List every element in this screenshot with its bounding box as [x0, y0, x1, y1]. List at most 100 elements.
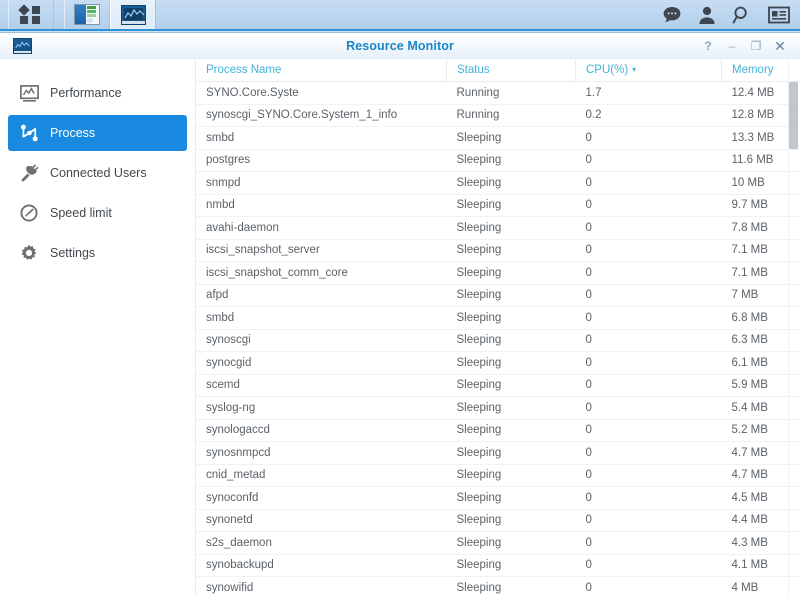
- table-row[interactable]: SYNO.Core.Syste Running 1.7 12.4 MB: [196, 81, 800, 105]
- window-titlebar[interactable]: Resource Monitor ? – ❐ ✕: [0, 33, 800, 60]
- process-name-cell: SYNO.Core.Syste: [196, 81, 447, 105]
- magnifier-icon[interactable]: [732, 5, 752, 25]
- grid-icon: [18, 3, 42, 25]
- table-row[interactable]: snmpd Sleeping 0 10 MB: [196, 171, 800, 195]
- person-icon[interactable]: [698, 5, 716, 25]
- window-body: Performance Process Connected Users Spee…: [0, 59, 800, 596]
- table-row[interactable]: synologaccd Sleeping 0 5.2 MB: [196, 419, 800, 442]
- cpu-cell: 0: [575, 194, 722, 217]
- status-cell: Sleeping: [446, 509, 576, 532]
- taskbar-package-center-button[interactable]: [64, 0, 110, 29]
- table-row[interactable]: cnid_metad Sleeping 0 4.7 MB: [196, 464, 800, 487]
- restore-button[interactable]: ❐: [744, 35, 768, 57]
- column-header-status[interactable]: Status: [446, 59, 576, 82]
- process-table-body: SYNO.Core.Syste Running 1.7 12.4 MB synoscgi…: [196, 81, 800, 596]
- status-cell: Sleeping: [446, 576, 576, 596]
- cpu-cell: 0: [575, 261, 722, 285]
- column-header-label: Memory: [732, 64, 774, 76]
- cpu-cell: 0: [575, 351, 722, 375]
- table-row[interactable]: synoconfd Sleeping 0 4.5 MB: [196, 486, 800, 510]
- widget-card-icon[interactable]: [768, 6, 790, 24]
- status-cell: Sleeping: [446, 531, 576, 555]
- cpu-cell: 0: [575, 486, 722, 510]
- status-cell: Sleeping: [446, 239, 576, 262]
- status-cell: Sleeping: [446, 126, 576, 150]
- sidebar-item-speed-limit[interactable]: Speed limit: [8, 195, 187, 231]
- gear-icon: [16, 244, 42, 262]
- table-row[interactable]: synonetd Sleeping 0 4.4 MB: [196, 509, 800, 532]
- table-header-row: Process Name Status CPU(%) ▾ Memory: [196, 59, 800, 82]
- table-row[interactable]: postgres Sleeping 0 11.6 MB: [196, 149, 800, 172]
- resource-monitor-window: Resource Monitor ? – ❐ ✕ Performance Pro…: [0, 33, 800, 596]
- status-cell: Sleeping: [446, 464, 576, 487]
- table-row[interactable]: s2s_daemon Sleeping 0 4.3 MB: [196, 531, 800, 555]
- table-row[interactable]: synoscgi Sleeping 0 6.3 MB: [196, 329, 800, 352]
- table-row[interactable]: synocgid Sleeping 0 6.1 MB: [196, 351, 800, 375]
- table-row[interactable]: syslog-ng Sleeping 0 5.4 MB: [196, 396, 800, 420]
- process-name-cell: smbd: [196, 306, 447, 330]
- table-row[interactable]: smbd Sleeping 0 13.3 MB: [196, 126, 800, 150]
- process-name-cell: scemd: [196, 374, 447, 397]
- cpu-cell: 0.2: [575, 104, 722, 127]
- process-table-scroll-area: Process Name Status CPU(%) ▾ Memory SYNO…: [196, 59, 800, 596]
- cpu-cell: 0: [575, 396, 722, 420]
- status-cell: Sleeping: [446, 306, 576, 330]
- table-row[interactable]: scemd Sleeping 0 5.9 MB: [196, 374, 800, 397]
- cpu-cell: 1.7: [575, 81, 722, 105]
- close-button[interactable]: ✕: [768, 35, 792, 57]
- status-cell: Sleeping: [446, 351, 576, 375]
- window-controls: ? – ❐ ✕: [696, 35, 800, 57]
- taskbar: [0, 0, 800, 31]
- taskbar-divider: [54, 0, 64, 29]
- sidebar-item-performance[interactable]: Performance: [8, 75, 187, 111]
- process-name-cell: synologaccd: [196, 419, 447, 442]
- cpu-cell: 0: [575, 441, 722, 465]
- scrollbar-thumb[interactable]: [789, 82, 798, 149]
- sidebar-item-process[interactable]: Process: [8, 115, 187, 151]
- status-cell: Sleeping: [446, 329, 576, 352]
- vertical-scrollbar[interactable]: [789, 82, 798, 596]
- sort-descending-icon: ▾: [632, 65, 637, 75]
- table-row[interactable]: iscsi_snapshot_server Sleeping 0 7.1 MB: [196, 239, 800, 262]
- process-name-cell: iscsi_snapshot_server: [196, 239, 447, 262]
- taskbar-resource-monitor-button[interactable]: [110, 0, 156, 29]
- process-name-cell: synowifid: [196, 576, 447, 596]
- table-row[interactable]: nmbd Sleeping 0 9.7 MB: [196, 194, 800, 217]
- sidebar-item-label: Connected Users: [50, 166, 147, 180]
- process-name-cell: smbd: [196, 126, 447, 150]
- minimize-button[interactable]: –: [720, 35, 744, 57]
- taskbar-left-group: [0, 0, 156, 29]
- cpu-cell: 0: [575, 306, 722, 330]
- column-header-process-name[interactable]: Process Name: [196, 59, 447, 82]
- plug-icon: [16, 164, 42, 182]
- sidebar-item-settings[interactable]: Settings: [8, 235, 187, 271]
- status-cell: Sleeping: [446, 396, 576, 420]
- monitor-chart-icon: [120, 4, 146, 25]
- table-row[interactable]: iscsi_snapshot_comm_core Sleeping 0 7.1 MB: [196, 261, 800, 285]
- sidebar-item-connected-users[interactable]: Connected Users: [8, 155, 187, 191]
- table-row[interactable]: synobackupd Sleeping 0 4.1 MB: [196, 554, 800, 577]
- status-cell: Sleeping: [446, 441, 576, 465]
- cpu-cell: 0: [575, 329, 722, 352]
- cpu-cell: 0: [575, 126, 722, 150]
- status-cell: Sleeping: [446, 261, 576, 285]
- taskbar-right-group: [662, 0, 800, 29]
- table-row[interactable]: smbd Sleeping 0 6.8 MB: [196, 306, 800, 330]
- process-table-header: Process Name Status CPU(%) ▾ Memory: [196, 59, 800, 82]
- chat-bubble-icon[interactable]: [662, 5, 682, 25]
- table-row[interactable]: synosnmpcd Sleeping 0 4.7 MB: [196, 441, 800, 465]
- cpu-cell: 0: [575, 171, 722, 195]
- column-header-cpu[interactable]: CPU(%) ▾: [575, 59, 722, 82]
- process-name-cell: synosnmpcd: [196, 441, 447, 465]
- status-cell: Sleeping: [446, 284, 576, 307]
- table-row[interactable]: afpd Sleeping 0 7 MB: [196, 284, 800, 307]
- table-row[interactable]: synoscgi_SYNO.Core.System_1_info Running 0…: [196, 104, 800, 127]
- process-name-cell: synobackupd: [196, 554, 447, 577]
- process-name-cell: synoscgi_SYNO.Core.System_1_info: [196, 104, 447, 127]
- table-row[interactable]: synowifid Sleeping 0 4 MB: [196, 576, 800, 596]
- help-button[interactable]: ?: [696, 35, 720, 57]
- process-name-cell: s2s_daemon: [196, 531, 447, 555]
- status-cell: Sleeping: [446, 194, 576, 217]
- taskbar-app-menu-button[interactable]: [8, 0, 54, 29]
- table-row[interactable]: avahi-daemon Sleeping 0 7.8 MB: [196, 216, 800, 240]
